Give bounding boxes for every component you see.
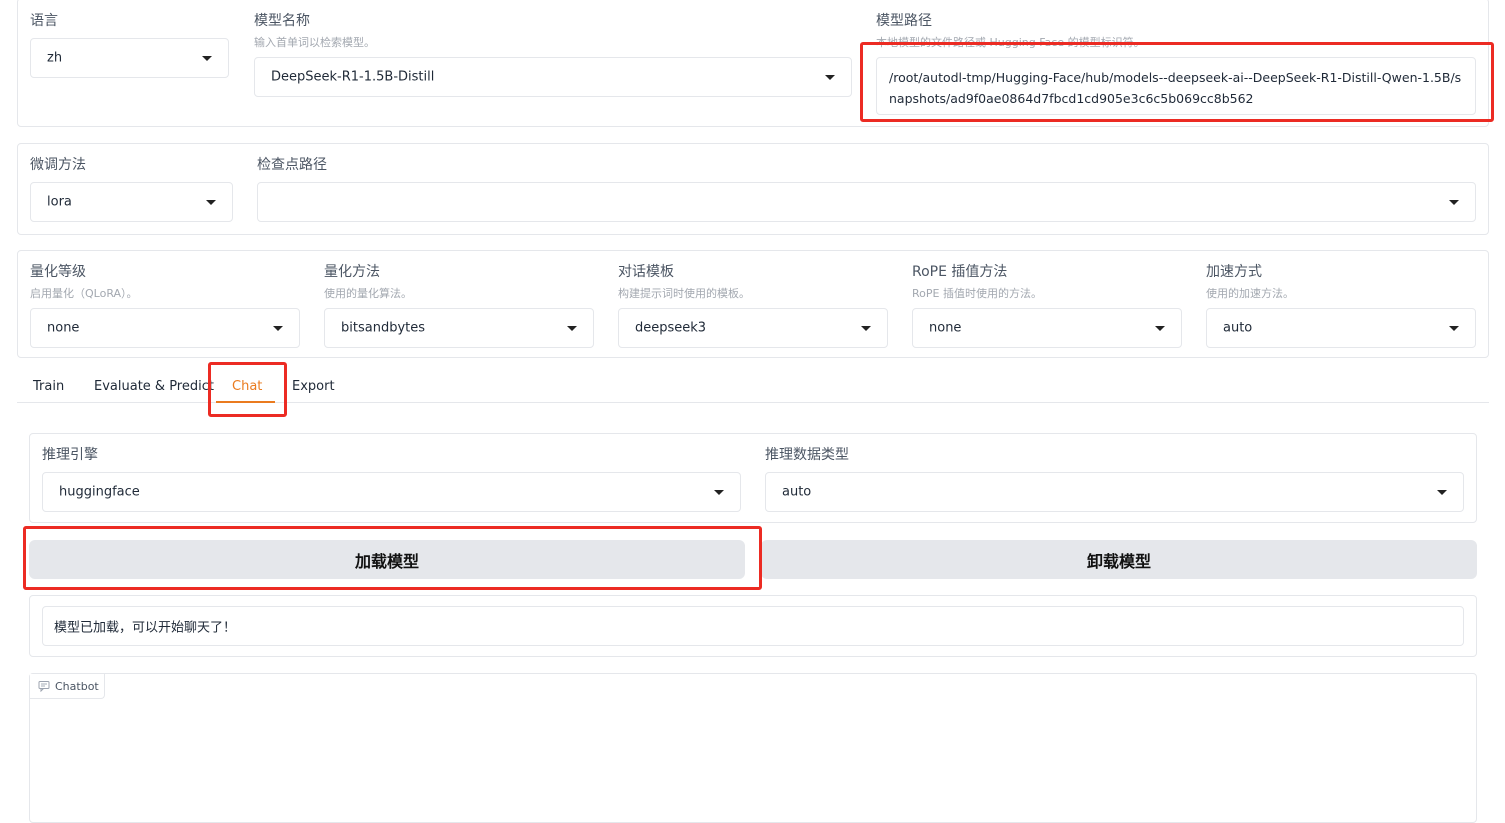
template-select[interactable]: deepseek3 (618, 308, 888, 348)
template-label: 对话模板 (618, 264, 674, 280)
quant-method-value: bitsandbytes (341, 320, 426, 336)
chevron-down-icon (202, 56, 212, 61)
chevron-down-icon (1449, 200, 1459, 205)
tab-export[interactable]: Export (292, 379, 335, 394)
chevron-down-icon (825, 75, 835, 80)
finetune-method-label: 微调方法 (30, 157, 86, 173)
model-path-input[interactable]: /root/autodl-tmp/Hugging-Face/hub/models… (876, 57, 1476, 115)
chevron-down-icon (206, 200, 216, 205)
unload-model-button[interactable]: 卸载模型 (761, 540, 1477, 579)
booster-select[interactable]: auto (1206, 308, 1476, 348)
model-name-value: DeepSeek-R1-1.5B-Distill (271, 69, 435, 85)
rope-select[interactable]: none (912, 308, 1182, 348)
chatbot-label: Chatbot (55, 679, 99, 693)
quant-method-select[interactable]: bitsandbytes (324, 308, 594, 348)
rope-value: none (929, 320, 962, 336)
template-hint: 构建提示词时使用的模板。 (618, 287, 750, 300)
status-text: 模型已加载，可以开始聊天了！ (54, 620, 237, 636)
language-label: 语言 (30, 13, 58, 29)
model-name-hint: 输入首单词以检索模型。 (254, 36, 375, 49)
inference-dtype-label: 推理数据类型 (765, 447, 849, 463)
load-model-button[interactable]: 加载模型 (29, 540, 745, 579)
inference-dtype-value: auto (782, 484, 812, 500)
status-textbox[interactable]: 模型已加载，可以开始聊天了！ (42, 606, 1464, 646)
checkpoint-path-select[interactable] (257, 182, 1476, 222)
inference-engine-label: 推理引擎 (42, 447, 98, 463)
chat-bubble-icon (38, 681, 50, 692)
checkpoint-path-label: 检查点路径 (257, 157, 327, 173)
quant-method-hint: 使用的量化算法。 (324, 287, 412, 300)
quant-level-select[interactable]: none (30, 308, 300, 348)
chevron-down-icon (1155, 326, 1165, 331)
quant-level-label: 量化等级 (30, 264, 86, 280)
quant-level-value: none (47, 320, 80, 336)
rope-hint: RoPE 插值时使用的方法。 (912, 287, 1042, 300)
chevron-down-icon (1449, 326, 1459, 331)
tab-chat[interactable]: Chat (232, 379, 262, 394)
rope-label: RoPE 插值方法 (912, 264, 1008, 280)
model-path-label: 模型路径 (876, 13, 932, 29)
booster-label: 加速方式 (1206, 264, 1262, 280)
chatbot-label-badge: Chatbot (30, 674, 105, 699)
inference-dtype-select[interactable]: auto (765, 472, 1464, 512)
chevron-down-icon (861, 326, 871, 331)
booster-hint: 使用的加速方法。 (1206, 287, 1294, 300)
finetune-method-select[interactable]: lora (30, 182, 233, 222)
chevron-down-icon (714, 490, 724, 495)
tab-train[interactable]: Train (33, 379, 64, 394)
quant-level-hint: 启用量化（QLoRA）。 (30, 287, 138, 300)
chatbot-panel (29, 673, 1477, 823)
finetune-method-value: lora (47, 194, 72, 210)
language-select[interactable]: zh (30, 38, 229, 78)
template-value: deepseek3 (635, 320, 707, 336)
chevron-down-icon (1437, 490, 1447, 495)
chevron-down-icon (273, 326, 283, 331)
inference-engine-value: huggingface (59, 484, 140, 500)
model-name-select[interactable]: DeepSeek-R1-1.5B-Distill (254, 57, 852, 97)
booster-value: auto (1223, 320, 1253, 336)
tab-evaluate-predict[interactable]: Evaluate & Predict (94, 379, 214, 394)
inference-engine-select[interactable]: huggingface (42, 472, 741, 512)
model-name-label: 模型名称 (254, 13, 310, 29)
quant-method-label: 量化方法 (324, 264, 380, 280)
tab-chat-underline (216, 401, 275, 403)
model-path-hint: 本地模型的文件路径或 Hugging Face 的模型标识符。 (876, 36, 1145, 49)
language-value: zh (47, 50, 63, 66)
chevron-down-icon (567, 326, 577, 331)
